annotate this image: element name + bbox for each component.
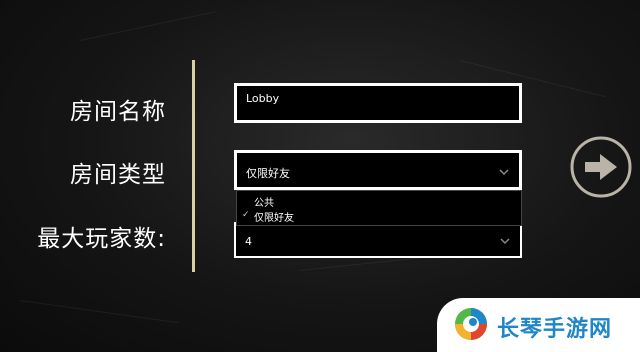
next-button[interactable]: [569, 135, 633, 199]
watermark-text: 长琴手游网: [497, 317, 613, 342]
background-scratch: [79, 10, 218, 41]
room-type-value: 仅限好友: [246, 167, 290, 180]
max-players-select[interactable]: 4: [234, 222, 522, 258]
room-type-select[interactable]: 仅限好友: [234, 150, 522, 190]
chevron-down-icon: [499, 169, 509, 176]
background-scratch: [19, 300, 179, 324]
room-name-value: Lobby: [246, 92, 280, 105]
room-type-label: 房间类型: [70, 162, 166, 188]
option-public[interactable]: 公共: [254, 194, 274, 209]
room-name-label: 房间名称: [70, 99, 166, 125]
check-icon: ✓: [242, 210, 250, 220]
room-name-input[interactable]: Lobby: [234, 83, 522, 123]
vertical-divider: [192, 60, 195, 272]
room-type-dropdown-list: 公共 ✓ 仅限好友: [236, 190, 522, 226]
max-players-label: 最大玩家数:: [37, 226, 166, 252]
brand-logo-icon: [455, 308, 487, 340]
option-friends-only[interactable]: 仅限好友: [254, 209, 294, 224]
max-players-value: 4: [245, 235, 252, 248]
watermark-badge: 长琴手游网: [437, 298, 640, 352]
chevron-down-icon: [500, 238, 510, 245]
arrow-right-icon: [570, 136, 632, 198]
